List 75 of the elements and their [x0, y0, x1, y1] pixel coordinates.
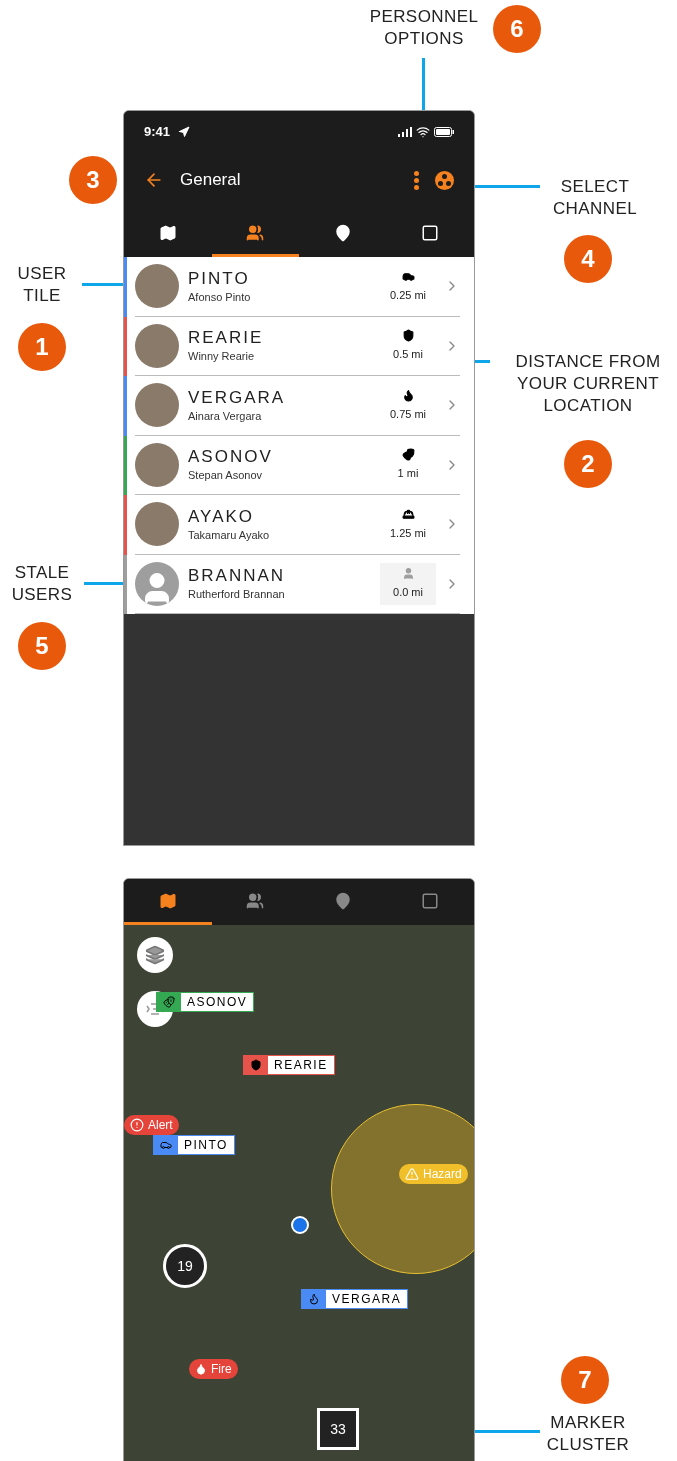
signal-icon: [398, 127, 412, 137]
distance-text: 0.5 mi: [393, 347, 423, 362]
user-callsign: ASONOV: [188, 446, 274, 467]
user-tile[interactable]: PINTO Afonso Pinto 0.25 mi: [124, 257, 474, 317]
alert-marker[interactable]: Alert: [124, 1115, 179, 1135]
callout-label: MARKER CLUSTER: [545, 1412, 631, 1456]
people-icon: [246, 891, 265, 910]
user-tile[interactable]: ASONOV Stepan Asonov 1 mi: [124, 435, 474, 495]
marker-label: REARIE: [273, 1057, 329, 1074]
user-name: Rutherford Brannan: [188, 587, 286, 602]
step-number: 5: [18, 622, 66, 670]
user-marker[interactable]: REARIE: [243, 1055, 335, 1075]
cluster-marker[interactable]: 33: [317, 1408, 359, 1450]
marker-label: VERGARA: [331, 1291, 403, 1308]
location-arrow-icon: [178, 126, 191, 138]
callout-label: SELECT CHANNEL: [551, 176, 639, 220]
user-name: Ainara Vergara: [188, 408, 263, 424]
step-number: 6: [493, 5, 541, 53]
user-marker[interactable]: VERGARA: [301, 1289, 409, 1309]
channel-title: General: [180, 169, 242, 192]
user-name: Winny Rearie: [188, 349, 256, 364]
user-callsign: REARIE: [188, 327, 265, 348]
channel-selector-button[interactable]: [435, 170, 454, 190]
marker-label: ASONOV: [186, 994, 249, 1011]
cluster-marker[interactable]: 19: [163, 1244, 207, 1288]
wifi-icon: [416, 125, 430, 139]
square-icon: [421, 223, 440, 242]
car-icon: [160, 1139, 172, 1151]
layers-button[interactable]: [137, 937, 173, 973]
user-marker[interactable]: ASONOV: [156, 992, 255, 1012]
person-icon: [401, 567, 415, 580]
user-name: Stepan Asonov: [188, 468, 263, 483]
map-icon: [158, 891, 177, 910]
distance-text: 0.25 mi: [389, 287, 427, 303]
pin-icon: [333, 223, 352, 242]
user-callsign: AYAKO: [188, 505, 256, 527]
clock-time: 9:41: [144, 123, 171, 142]
people-icon: [246, 223, 265, 242]
user-tile[interactable]: REARIE Winny Rearie 0.5 mi: [124, 316, 474, 376]
battery-icon: [434, 127, 454, 137]
distance-text: 0.75 mi: [389, 406, 427, 422]
user-name: Afonso Pinto: [188, 289, 252, 305]
helmet-icon: [401, 507, 415, 521]
distance-text: 1 mi: [397, 466, 419, 481]
callout-label: DISTANCE FROM YOUR CURRENT LOCATION: [514, 351, 662, 417]
step-number: 4: [564, 235, 612, 283]
fire-marker[interactable]: Fire: [189, 1359, 238, 1379]
layers-icon: [145, 945, 165, 965]
user-callsign: VERGARA: [188, 386, 287, 408]
alert-icon: [130, 1118, 144, 1132]
user-tile[interactable]: AYAKO Takamaru Ayako 1.25 mi: [124, 495, 474, 555]
user-marker[interactable]: PINTO: [153, 1135, 235, 1155]
user-callsign: PINTO: [188, 267, 251, 289]
square-icon: [421, 891, 440, 910]
distance-text: 0.0 mi: [393, 585, 423, 600]
step-number: 1: [18, 323, 66, 371]
pin-icon: [333, 891, 352, 910]
callout-label: PERSONNEL OPTIONS: [368, 6, 480, 50]
step-number: 3: [69, 156, 117, 204]
more-options-button[interactable]: [414, 170, 419, 190]
badge-icon: [250, 1059, 262, 1071]
warning-icon: [405, 1167, 419, 1181]
callout-label: STALE USERS: [10, 562, 74, 606]
user-tile[interactable]: BRANNAN Rutherford Brannan 0.0 mi: [124, 554, 474, 614]
user-tile[interactable]: VERGARA Ainara Vergara 0.75 mi: [124, 376, 474, 436]
callout-label: USER TILE: [16, 263, 68, 307]
more-icon: [414, 170, 419, 190]
step-number: 2: [564, 440, 612, 488]
distance-text: 1.25 mi: [389, 525, 427, 541]
badge-icon: [401, 329, 415, 342]
marker-label: PINTO: [183, 1137, 229, 1154]
map-icon: [158, 223, 177, 242]
user-name: Takamaru Ayako: [188, 527, 271, 543]
step-number: 7: [561, 1356, 609, 1404]
user-callsign: BRANNAN: [188, 565, 287, 586]
